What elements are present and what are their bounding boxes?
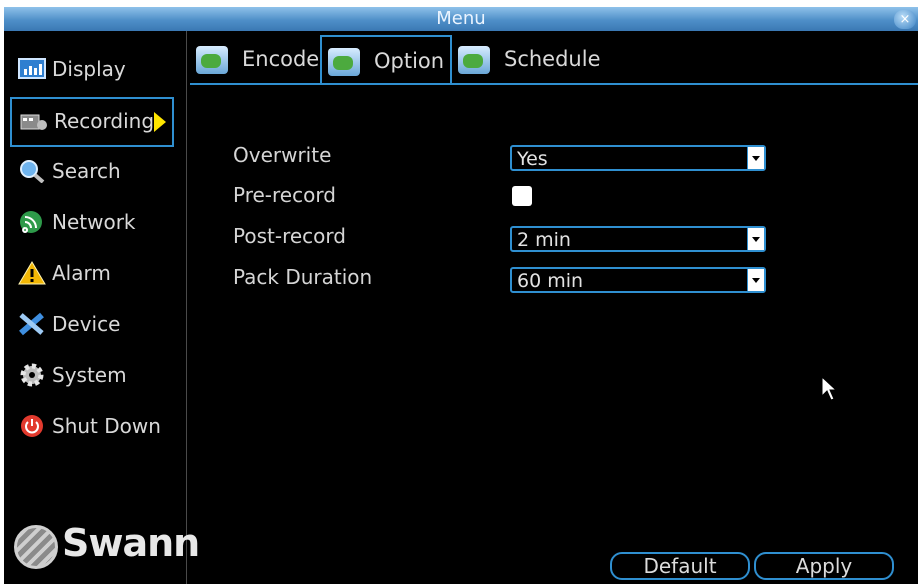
alarm-icon xyxy=(18,261,46,285)
sidebar-item-label: Display xyxy=(52,57,126,81)
sidebar-item-network[interactable]: Network xyxy=(10,200,174,244)
overwrite-value: Yes xyxy=(517,148,548,170)
menu-window: Menu × Display Recording Search Network … xyxy=(4,7,918,584)
pack-duration-value: 60 min xyxy=(517,270,584,292)
swann-logo-text: Swann xyxy=(62,521,200,565)
tab-option[interactable]: Option xyxy=(320,35,452,85)
sidebar-item-label: Search xyxy=(52,159,121,183)
active-arrow-icon xyxy=(154,112,166,132)
chevron-down-icon[interactable] xyxy=(747,147,764,169)
sidebar-item-shut-down[interactable]: Shut Down xyxy=(10,404,174,448)
device-icon xyxy=(19,312,44,336)
postrecord-label: Post-record xyxy=(233,224,346,248)
sidebar-item-device[interactable]: Device xyxy=(10,302,174,346)
close-button[interactable]: × xyxy=(894,10,916,29)
sidebar-item-label: Network xyxy=(52,210,136,234)
system-icon xyxy=(20,363,44,387)
tab-label: Option xyxy=(374,49,445,73)
pack-duration-label: Pack Duration xyxy=(233,265,373,289)
sidebar-item-recording[interactable]: Recording xyxy=(10,97,174,147)
sidebar-item-display[interactable]: Display xyxy=(10,47,174,91)
tab-schedule[interactable]: Schedule xyxy=(452,35,602,83)
swann-logo-mark xyxy=(14,525,58,569)
window-title: Menu xyxy=(436,8,486,29)
sidebar-item-label: Device xyxy=(52,312,121,336)
mouse-cursor-icon xyxy=(821,376,837,401)
power-icon xyxy=(21,415,43,437)
sidebar-item-label: System xyxy=(52,363,127,387)
default-button[interactable]: Default xyxy=(610,552,750,580)
sidebar-item-search[interactable]: Search xyxy=(10,149,174,193)
recording-icon xyxy=(20,114,47,130)
option-panel: Overwrite Yes Pre-record Post-record 2 m… xyxy=(190,85,918,584)
overwrite-select[interactable]: Yes xyxy=(510,145,766,171)
sidebar-item-alarm[interactable]: Alarm xyxy=(10,251,174,295)
tab-label: Encode xyxy=(242,47,320,71)
tab-label: Schedule xyxy=(504,47,601,71)
pack-duration-select[interactable]: 60 min xyxy=(510,267,766,293)
search-icon xyxy=(20,160,45,183)
title-bar: Menu × xyxy=(4,7,918,31)
sidebar-item-label: Alarm xyxy=(52,261,111,285)
schedule-tab-icon xyxy=(458,46,490,74)
option-tab-icon xyxy=(328,48,360,76)
prerecord-checkbox[interactable] xyxy=(512,186,532,206)
display-icon xyxy=(18,58,46,79)
sidebar-item-system[interactable]: System xyxy=(10,353,174,397)
tab-encode[interactable]: Encode xyxy=(190,35,320,83)
sidebar: Display Recording Search Network Alarm D… xyxy=(4,31,200,584)
apply-button[interactable]: Apply xyxy=(754,552,894,580)
tab-bar: Encode Option Schedule xyxy=(190,35,918,85)
chevron-down-icon[interactable] xyxy=(747,269,764,291)
encode-tab-icon xyxy=(196,46,228,74)
sidebar-item-label: Shut Down xyxy=(52,414,161,438)
overwrite-label: Overwrite xyxy=(233,143,332,167)
postrecord-value: 2 min xyxy=(517,229,571,251)
network-icon xyxy=(20,211,42,233)
chevron-down-icon[interactable] xyxy=(747,228,764,250)
postrecord-select[interactable]: 2 min xyxy=(510,226,766,252)
sidebar-item-label: Recording xyxy=(54,109,155,133)
prerecord-label: Pre-record xyxy=(233,183,336,207)
